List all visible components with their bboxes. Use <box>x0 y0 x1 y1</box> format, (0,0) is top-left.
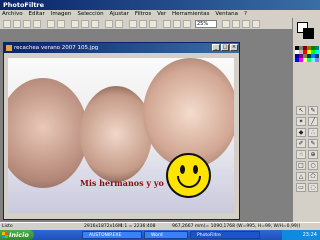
save-icon[interactable] <box>23 20 31 28</box>
taskbar-item-word[interactable]: Word <box>144 231 188 239</box>
system-tray: 23:24 <box>282 230 320 240</box>
paste-icon[interactable] <box>91 20 99 28</box>
redo-icon[interactable] <box>57 20 65 28</box>
windows-taskbar: Inicio AUSTONIP.EXE Word PhotoFiltre 23:… <box>0 230 320 240</box>
clone-stamp-icon[interactable]: ⊕ <box>308 150 318 159</box>
zoom-in-icon[interactable] <box>222 20 230 28</box>
smiley-mouth <box>177 176 201 188</box>
smiley-left-eye <box>180 165 185 174</box>
menu-bar: Archivo Editar Imagen Selección Ajustar … <box>0 10 320 18</box>
task-label: PhotoFiltre <box>197 233 221 238</box>
brush-icon[interactable]: ✐ <box>296 139 306 148</box>
taskbar-item-austonip[interactable]: AUSTONIP.EXE <box>82 231 142 239</box>
app-title: PhotoFiltre <box>3 1 45 9</box>
task-label: Word <box>151 233 163 238</box>
document-window[interactable]: recachea verano 2007 105.jpg _ □ × Mis h… <box>3 42 240 220</box>
start-label: Inicio <box>9 231 29 239</box>
photo-canvas[interactable]: Mis hermanos y yo <box>8 58 234 213</box>
document-titlebar[interactable]: recachea verano 2007 105.jpg _ □ × <box>4 43 239 53</box>
window-controls: _ □ × <box>212 44 238 51</box>
menu-ventana[interactable]: Ventana <box>215 11 238 17</box>
sharpen-icon[interactable] <box>163 20 171 28</box>
cut-icon[interactable] <box>71 20 79 28</box>
status-bar: Listo 2916x1872x16M 1:1 = 2236:408 967,2… <box>0 222 320 230</box>
menu-ver[interactable]: Ver <box>157 11 166 17</box>
smiley-face-icon <box>166 153 211 198</box>
canvas-size-icon[interactable] <box>115 20 123 28</box>
contrast-icon[interactable] <box>139 20 147 28</box>
blur-icon[interactable] <box>173 20 181 28</box>
rounded-rect-icon[interactable]: ▭ <box>296 183 306 192</box>
blur-finger-icon[interactable]: ☝ <box>296 150 306 159</box>
face-left <box>8 78 88 188</box>
fit-window-icon[interactable] <box>242 20 250 28</box>
zoom-out-icon[interactable] <box>232 20 240 28</box>
face-right <box>143 58 234 168</box>
smiley-right-eye <box>193 165 198 174</box>
magic-wand-icon[interactable]: ✶ <box>296 117 306 126</box>
ellipse-shape-icon[interactable]: ○ <box>308 161 318 170</box>
fill-bucket-icon[interactable]: ◆ <box>296 128 306 137</box>
menu-imagen[interactable]: Imagen <box>51 11 72 17</box>
background-color-swatch[interactable] <box>303 28 314 39</box>
document-title: recachea verano 2007 105.jpg <box>14 45 99 51</box>
spray-icon[interactable]: ∴ <box>308 128 318 137</box>
taskbar-item-photofiltre[interactable]: PhotoFiltre <box>190 231 260 239</box>
app-titlebar: PhotoFiltre <box>0 0 320 10</box>
menu-archivo[interactable]: Archivo <box>2 11 23 17</box>
windows-logo-icon <box>2 232 8 238</box>
face-center <box>80 86 152 182</box>
document-icon <box>6 45 12 51</box>
advanced-brush-icon[interactable]: ✎ <box>308 139 318 148</box>
brightness-icon[interactable] <box>129 20 137 28</box>
tool-palette-panel: ↖ ✎ ✶ ╱ ◆ ∴ ✐ ✎ ☝ ⊕ □ ○ △ ⬠ ▭ ◌ <box>292 18 320 222</box>
line-tool-icon[interactable]: ╱ <box>308 117 318 126</box>
clock[interactable]: 23:24 <box>303 232 317 238</box>
new-file-icon[interactable] <box>3 20 11 28</box>
image-size-icon[interactable] <box>105 20 113 28</box>
menu-seleccion[interactable]: Selección <box>77 11 103 17</box>
main-toolbar: 25% <box>0 18 292 30</box>
menu-herramientas[interactable]: Herramientas <box>172 11 209 17</box>
color-palette[interactable] <box>295 46 319 62</box>
saturation-icon[interactable] <box>149 20 157 28</box>
start-button[interactable]: Inicio <box>0 230 34 240</box>
actual-size-icon[interactable] <box>252 20 260 28</box>
lasso-icon[interactable]: ◌ <box>308 183 318 192</box>
menu-editar[interactable]: Editar <box>28 11 44 17</box>
photo-caption: Mis hermanos y yo <box>80 178 164 188</box>
zoom-select[interactable]: 25% <box>195 20 217 28</box>
polygon-shape-icon[interactable]: ⬠ <box>308 172 318 181</box>
menu-filtros[interactable]: Filtros <box>135 11 151 17</box>
menu-ajustar[interactable]: Ajustar <box>109 11 128 17</box>
triangle-shape-icon[interactable]: △ <box>296 172 306 181</box>
undo-icon[interactable] <box>47 20 55 28</box>
rotate-icon[interactable] <box>183 20 191 28</box>
eyedropper-icon[interactable]: ✎ <box>308 106 318 115</box>
close-button[interactable]: × <box>230 44 238 51</box>
selection-arrow-icon[interactable]: ↖ <box>296 106 306 115</box>
task-label: AUSTONIP.EXE <box>89 233 122 238</box>
maximize-button[interactable]: □ <box>221 44 229 51</box>
copy-icon[interactable] <box>81 20 89 28</box>
open-folder-icon[interactable] <box>13 20 21 28</box>
rectangle-shape-icon[interactable]: □ <box>296 161 306 170</box>
print-icon[interactable] <box>33 20 41 28</box>
menu-help[interactable]: ? <box>244 11 247 17</box>
drawing-tools: ↖ ✎ ✶ ╱ ◆ ∴ ✐ ✎ ☝ ⊕ □ ○ △ ⬠ ▭ ◌ <box>296 106 318 192</box>
minimize-button[interactable]: _ <box>212 44 220 51</box>
